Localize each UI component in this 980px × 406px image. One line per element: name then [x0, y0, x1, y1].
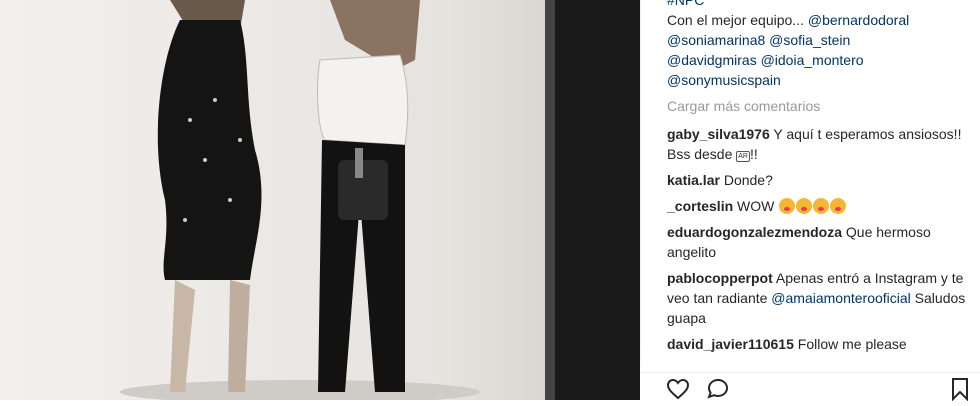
- hashtag-link[interactable]: #NPC: [667, 0, 704, 8]
- comment-username[interactable]: _corteslin: [667, 198, 733, 214]
- mention-link[interactable]: @sonymusicspain: [667, 72, 781, 88]
- load-more-comments-link[interactable]: Cargar más comentarios: [667, 96, 967, 116]
- mention-link[interactable]: @sofia_stein: [769, 32, 850, 48]
- comment-item: pablocopperpot Apenas entró a Instagram …: [667, 268, 967, 328]
- post-caption: #NPC Con el mejor equipo... @bernardodor…: [667, 0, 967, 90]
- comment-text: Donde?: [723, 172, 773, 188]
- scroll-fade: [640, 348, 980, 374]
- comment-icon[interactable]: [706, 377, 730, 406]
- kiss-emoji-icon: [830, 198, 847, 214]
- comment-item: _corteslin WOW: [667, 196, 967, 216]
- mention-link[interactable]: @amaiamonterooficial: [771, 290, 911, 306]
- post-photo[interactable]: [0, 0, 640, 400]
- comment-text-end: !!: [750, 146, 758, 162]
- comment-username[interactable]: katia.lar: [667, 172, 720, 188]
- comment-username[interactable]: gaby_silva1976: [667, 126, 770, 142]
- mention-link[interactable]: @idoia_montero: [761, 52, 864, 68]
- kiss-emoji-icon: [796, 198, 813, 214]
- mention-link[interactable]: @davidgmiras: [667, 52, 757, 68]
- kiss-emoji-icon: [813, 198, 830, 214]
- post-window: #NPC Con el mejor equipo... @bernardodor…: [0, 0, 980, 402]
- comment-item: gaby_silva1976 Y aquí t esperamos ansios…: [667, 124, 967, 164]
- comment-list[interactable]: #NPC Con el mejor equipo... @bernardodor…: [667, 0, 967, 360]
- comment-item: eduardogonzalezmendoza Que hermoso angel…: [667, 222, 967, 262]
- bookmark-icon[interactable]: [950, 377, 970, 406]
- flag-icon: AR: [736, 151, 750, 162]
- kiss-emoji-icon: [779, 198, 796, 214]
- heart-icon[interactable]: [666, 377, 690, 406]
- comment-text: WOW: [737, 198, 775, 214]
- mention-link[interactable]: @bernardodoral: [808, 12, 909, 28]
- action-bar: [640, 372, 980, 402]
- caption-text: Con el mejor equipo...: [667, 12, 808, 28]
- comment-username[interactable]: pablocopperpot: [667, 270, 773, 286]
- comment-username[interactable]: eduardogonzalezmendoza: [667, 224, 842, 240]
- mention-link[interactable]: @soniamarina8: [667, 32, 765, 48]
- comment-item: katia.lar Donde?: [667, 170, 967, 190]
- photo-image: [0, 0, 640, 400]
- comments-panel: #NPC Con el mejor equipo... @bernardodor…: [640, 0, 980, 400]
